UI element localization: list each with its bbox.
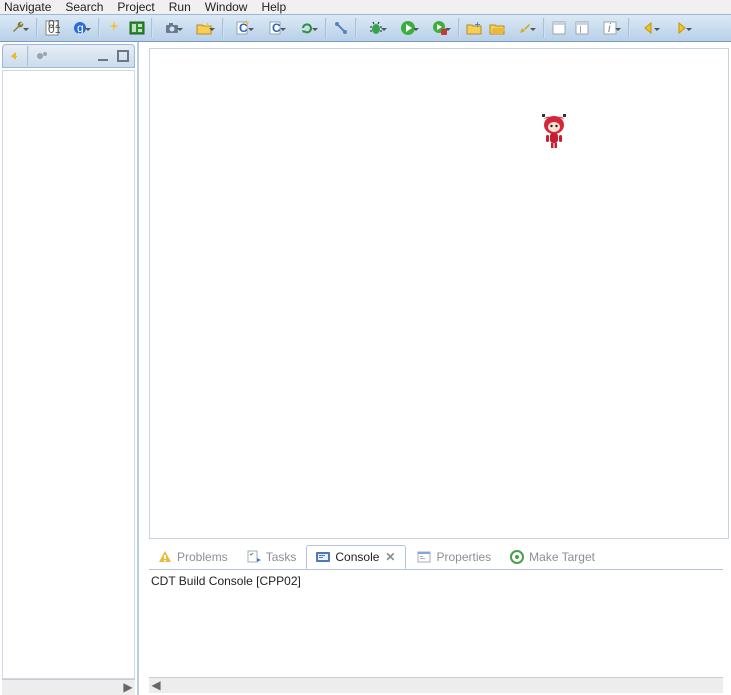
properties-icon — [416, 549, 432, 565]
tab-problems[interactable]: Problems — [149, 546, 236, 568]
separator — [98, 18, 100, 38]
scroll-right-icon[interactable]: ▶ — [121, 680, 135, 694]
close-icon[interactable]: ✕ — [383, 550, 397, 564]
menu-project[interactable]: Project — [117, 0, 154, 14]
separator — [458, 18, 460, 38]
wrench-icon[interactable] — [2, 17, 33, 39]
bottom-tabstrip: Problems Tasks Console ✕ Properties — [139, 541, 731, 569]
project-layout-icon[interactable] — [126, 17, 148, 39]
workbench-body: ▶ — [0, 42, 731, 695]
tab-properties[interactable]: Properties — [408, 546, 499, 568]
svg-text:010: 010 — [48, 22, 60, 36]
binary-file-icon[interactable]: 010010 — [41, 17, 63, 39]
separator — [27, 46, 29, 66]
console-body-empty — [139, 592, 731, 677]
run-external-icon[interactable] — [424, 17, 455, 39]
separator — [151, 18, 153, 38]
editor-area — [149, 48, 729, 539]
c-file-icon[interactable]: C — [259, 17, 290, 39]
warning-icon — [157, 549, 173, 565]
panel1-icon[interactable] — [548, 17, 570, 39]
separator — [325, 18, 327, 38]
panel-info-icon[interactable]: i — [594, 17, 625, 39]
link-back-icon[interactable] — [5, 47, 23, 65]
panel2-icon[interactable] — [571, 17, 593, 39]
console-output: CDT Build Console [CPP02] — [149, 569, 723, 592]
tab-properties-label: Properties — [436, 550, 491, 564]
back-icon[interactable] — [633, 17, 664, 39]
menu-run[interactable]: Run — [169, 0, 191, 14]
scroll-left-icon[interactable]: ◀ — [149, 678, 163, 692]
main-toolbar: 010010 g C C — [0, 14, 731, 42]
debug-icon[interactable] — [360, 17, 391, 39]
tab-console-label: Console — [335, 550, 379, 564]
menu-help[interactable]: Help — [261, 0, 286, 14]
console-scrollbar[interactable]: ◀ — [149, 677, 723, 693]
tasks-icon — [246, 549, 262, 565]
tab-console[interactable]: Console ✕ — [306, 545, 406, 569]
connect-icon[interactable] — [330, 17, 352, 39]
right-area: Problems Tasks Console ✕ Properties — [138, 42, 731, 695]
minimize-view-icon[interactable] — [94, 47, 112, 65]
separator — [355, 18, 357, 38]
camera-icon[interactable] — [156, 17, 187, 39]
tab-problems-label: Problems — [177, 550, 228, 564]
menu-navigate[interactable]: Navigate — [4, 0, 51, 14]
brush-icon[interactable] — [509, 17, 540, 39]
tab-tasks[interactable]: Tasks — [238, 546, 305, 568]
separator — [222, 18, 224, 38]
maximize-view-icon[interactable] — [114, 47, 132, 65]
left-view-toolbar — [2, 44, 135, 68]
refresh-icon[interactable] — [291, 17, 322, 39]
console-text: CDT Build Console [CPP02] — [151, 574, 301, 588]
open-folder-icon[interactable] — [486, 17, 508, 39]
svg-text:C: C — [272, 21, 281, 35]
console-icon — [315, 549, 331, 565]
new-c-file-icon[interactable]: C — [227, 17, 258, 39]
separator — [628, 18, 630, 38]
target-icon — [509, 549, 525, 565]
mascot-image — [540, 114, 568, 148]
left-view-body — [2, 70, 135, 679]
tab-tasks-label: Tasks — [266, 550, 297, 564]
bottom-panel: Problems Tasks Console ✕ Properties — [139, 541, 731, 695]
google-icon[interactable]: g — [64, 17, 95, 39]
menu-search[interactable]: Search — [65, 0, 103, 14]
gear-cluster-icon[interactable] — [33, 47, 51, 65]
tab-maketarget-label: Make Target — [529, 550, 595, 564]
new-folder-icon[interactable] — [188, 17, 219, 39]
new-project-folder-icon[interactable] — [463, 17, 485, 39]
left-view: ▶ — [0, 42, 138, 695]
menu-window[interactable]: Window — [205, 0, 248, 14]
sparkle-icon[interactable] — [103, 17, 125, 39]
svg-text:i: i — [608, 21, 611, 35]
left-view-scrollbar[interactable]: ▶ — [2, 679, 135, 695]
separator — [543, 18, 545, 38]
separator — [36, 18, 38, 38]
run-icon[interactable] — [392, 17, 423, 39]
forward-icon[interactable] — [665, 17, 696, 39]
tab-make-target[interactable]: Make Target — [501, 546, 603, 568]
menubar: Navigate Search Project Run Window Help — [0, 0, 731, 14]
svg-text:g: g — [77, 21, 84, 35]
